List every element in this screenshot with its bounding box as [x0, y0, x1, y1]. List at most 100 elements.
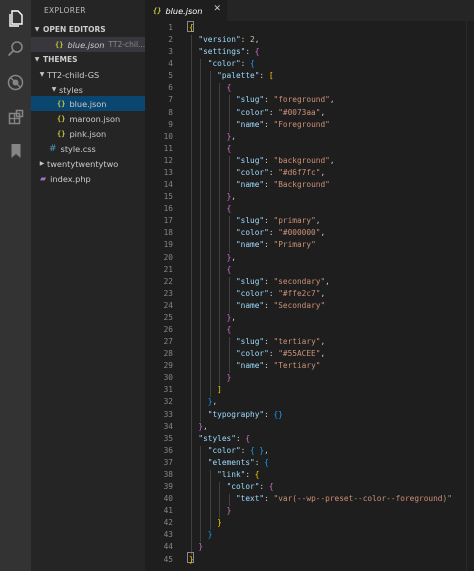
activity-bar — [0, 0, 31, 571]
search-icon[interactable] — [4, 37, 27, 60]
tree-file-label: maroon.json — [69, 113, 121, 124]
tree-folder-twentytwentytwo[interactable]: ▶ twentytwentytwo — [31, 156, 145, 171]
code-token: , — [320, 349, 326, 359]
code-token: "slug" — [235, 95, 265, 105]
code-line: { — [189, 204, 232, 213]
debug-icon[interactable] — [4, 71, 27, 94]
open-editor-item[interactable]: {} blue.json TT2-chil... — [31, 37, 145, 52]
code-token: "var(--wp--preset--color--foreground)" — [273, 494, 452, 504]
tree-file-label: pink.json — [69, 128, 107, 139]
code-token: } — [217, 518, 222, 528]
code-token: : — [264, 155, 274, 165]
code-token: "styles" — [198, 433, 236, 443]
code-token: : — [264, 337, 274, 347]
tab-blue-json[interactable]: {} blue.json ✕ — [145, 0, 227, 21]
code-token: : — [245, 469, 255, 479]
line-number: 37 — [163, 457, 173, 467]
code-token: : — [268, 107, 279, 117]
code-token: ] — [217, 385, 222, 395]
editor-tab-bar: {} blue.json ✕ — [145, 0, 474, 21]
line-number: 6 — [168, 83, 173, 93]
php-file-icon: ▰ — [40, 174, 47, 183]
open-editors-header[interactable]: ▼ OPEN EDITORS — [31, 22, 145, 37]
code-token: { — [226, 143, 232, 153]
code-line: { — [189, 83, 232, 92]
code-line: } — [189, 555, 194, 564]
line-number: 4 — [168, 59, 173, 69]
line-number: 17 — [163, 216, 173, 226]
json-file-icon: {} — [55, 40, 64, 49]
css-hash-icon: # — [49, 143, 57, 154]
code-line: }, — [189, 422, 207, 431]
line-number: 28 — [163, 349, 173, 359]
code-token: "color" — [226, 482, 260, 492]
code-line: "color": "#0073aa", — [189, 108, 325, 117]
files-icon[interactable] — [4, 7, 27, 30]
code-line: "color": "#55ACEE", — [189, 349, 325, 358]
workspace-header[interactable]: ▼ THEMES — [31, 52, 145, 67]
open-editors-label: OPEN EDITORS — [43, 25, 106, 34]
code-token: : — [254, 457, 265, 467]
extensions-icon[interactable] — [4, 105, 27, 128]
code-token: "typography" — [207, 409, 265, 419]
code-token: "color" — [207, 59, 241, 69]
line-number: 30 — [163, 373, 173, 383]
tree-file-pink-json[interactable]: {} pink.json — [31, 126, 145, 141]
code-token: : — [264, 216, 274, 226]
code-token: , — [325, 276, 330, 286]
code-line: "slug": "tertiary", — [189, 337, 325, 346]
code-token: "elements" — [207, 457, 255, 467]
line-number: 10 — [163, 131, 173, 141]
tree-file-style-css[interactable]: # style.css — [31, 141, 145, 156]
code-line: }, — [189, 397, 217, 406]
explorer-sidebar: EXPLORER ▼ OPEN EDITORS {} blue.json TT2… — [31, 0, 145, 571]
open-editor-path: TT2-chil... — [108, 40, 145, 49]
code-token: "primary" — [273, 216, 316, 226]
code-token: "text" — [235, 494, 265, 504]
tree-file-maroon-json[interactable]: {} maroon.json — [31, 111, 145, 126]
line-number: 24 — [163, 300, 173, 310]
code-token: "secondary" — [273, 276, 326, 286]
code-token: "name" — [235, 240, 265, 250]
code-token: , — [231, 192, 236, 202]
code-token: , — [320, 288, 326, 298]
tree-file-index-php[interactable]: ▰ index.php — [31, 171, 145, 186]
tree-folder-label: TT2-child-GS — [47, 69, 100, 80]
code-token: "name" — [235, 180, 265, 190]
code-token: : — [264, 300, 274, 310]
tree-folder-styles[interactable]: ▼ styles — [31, 82, 145, 97]
line-number: 25 — [163, 312, 173, 322]
code-token: , — [329, 95, 335, 105]
line-number: 42 — [163, 518, 173, 528]
tree-file-blue-json[interactable]: {} blue.json — [31, 96, 145, 111]
bookmark-icon[interactable] — [4, 139, 27, 162]
line-number: 35 — [163, 433, 173, 443]
code-line: "slug": "foreground", — [189, 95, 335, 104]
json-file-icon: {} — [57, 114, 66, 123]
line-number: 15 — [163, 192, 173, 202]
tree-folder-tt2-child-gs[interactable]: ▼ TT2-child-GS — [31, 67, 145, 82]
vertical-scrollbar[interactable] — [466, 21, 474, 571]
code-token: "settings" — [198, 47, 246, 57]
line-number: 9 — [168, 119, 173, 129]
close-icon[interactable]: ✕ — [213, 4, 221, 14]
code-line: "settings": { — [189, 47, 259, 56]
code-token: "#000000" — [278, 228, 321, 238]
code-editor[interactable]: 1 2 3 4 5 6 7 8 9 10 11 12 13 14 15 16 17 18 19 20 21 22 23 24 2… — [145, 21, 474, 571]
code-token: "foreground" — [273, 95, 330, 105]
line-number: 43 — [163, 530, 173, 540]
code-token: "slug" — [235, 337, 265, 347]
code-token: "color" — [235, 228, 269, 238]
